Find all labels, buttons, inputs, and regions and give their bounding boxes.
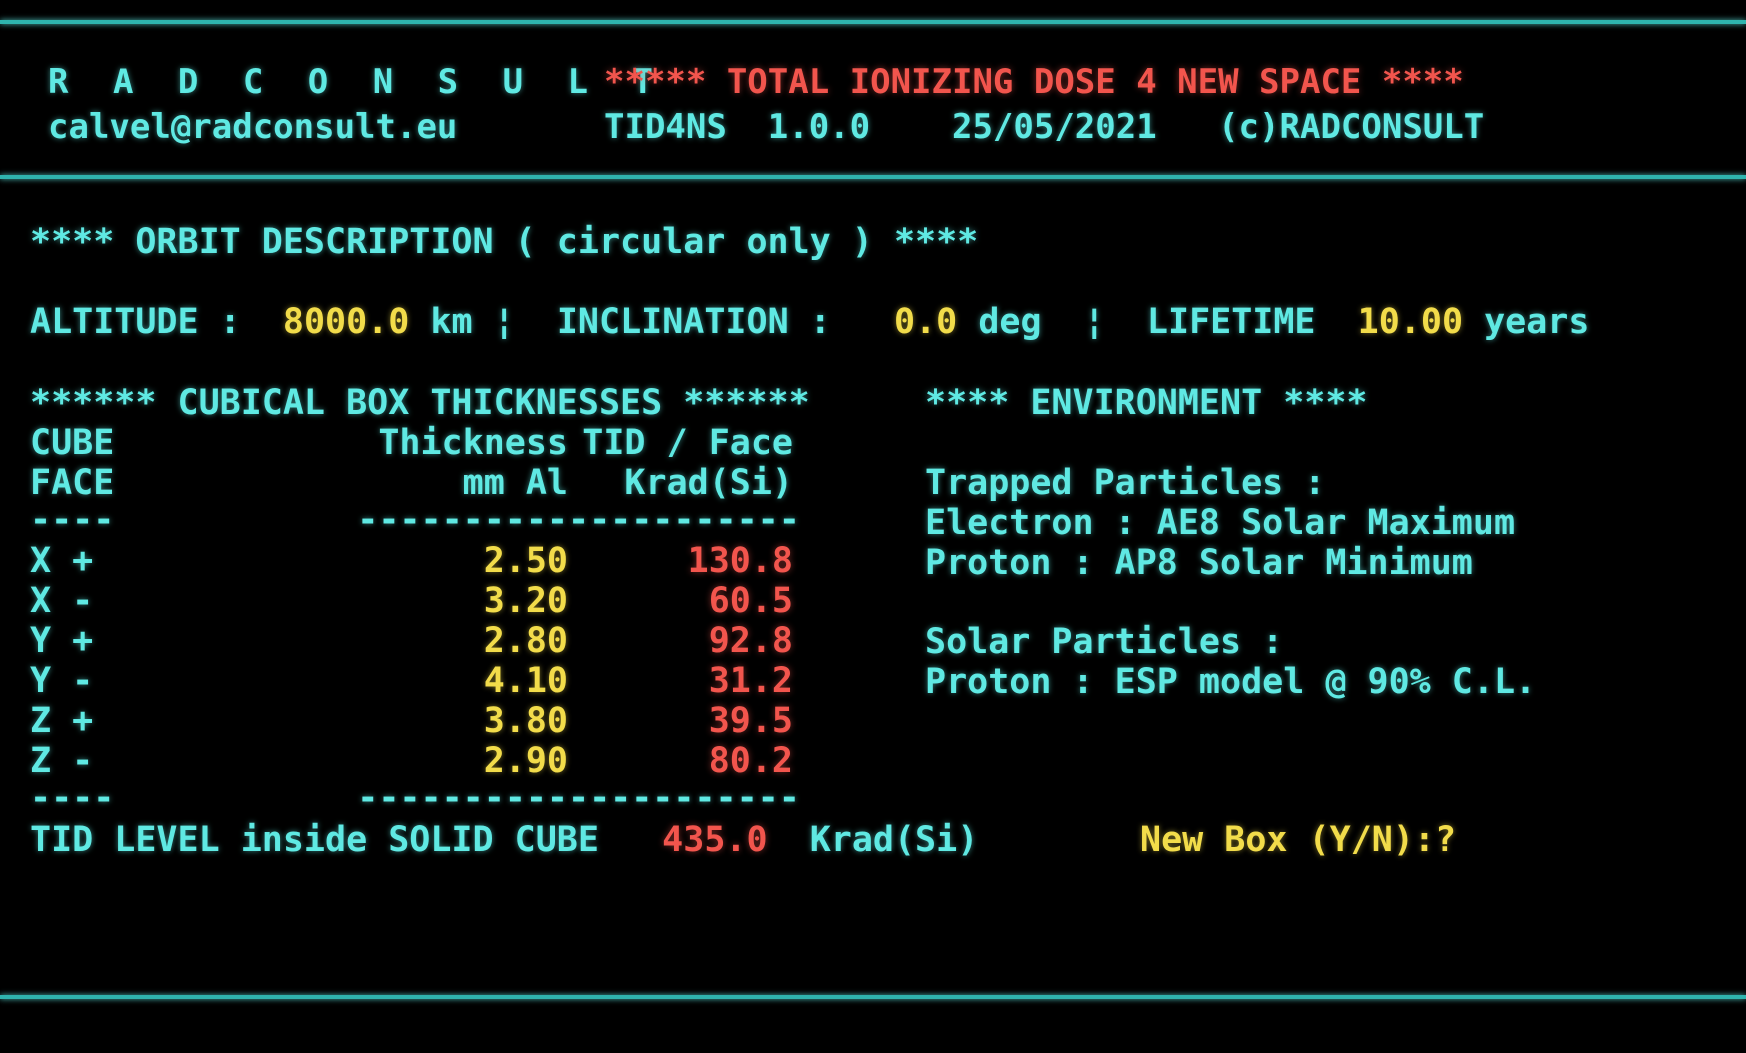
table-row: Y + 2.80 92.8 bbox=[30, 621, 793, 661]
column-subheader-thickness: mm Al bbox=[462, 463, 568, 503]
space-1 bbox=[241, 302, 283, 342]
brand-name: R A D C O N S U L T bbox=[48, 62, 665, 102]
table-row: Z - 2.90 80.2 bbox=[30, 741, 793, 781]
cell-face: Z - bbox=[30, 741, 94, 781]
solar-particles-title: Solar Particles : bbox=[925, 622, 1284, 662]
cell-face: X + bbox=[30, 541, 94, 581]
cell-thickness[interactable]: 3.80 bbox=[268, 701, 568, 741]
app-banner: ***** TOTAL IONIZING DOSE 4 NEW SPACE **… bbox=[604, 62, 1464, 102]
separator-tid: ----------- bbox=[568, 500, 800, 540]
environment-section-heading: **** ENVIRONMENT **** bbox=[925, 383, 1368, 423]
column-header-thickness: Thickness bbox=[378, 423, 568, 463]
solar-proton-model: Proton : ESP model @ 90% C.L. bbox=[925, 662, 1537, 702]
space-12 bbox=[768, 820, 810, 860]
cell-tid: 31.2 bbox=[708, 661, 793, 701]
cell-thickness[interactable]: 3.20 bbox=[268, 581, 568, 621]
cell-thickness[interactable]: 2.90 bbox=[268, 741, 568, 781]
tid-total-value: 435.0 bbox=[662, 820, 768, 860]
separator-face-2: ---- bbox=[30, 778, 115, 818]
space-7 bbox=[1042, 302, 1084, 342]
orbit-section-heading: **** ORBIT DESCRIPTION ( circular only )… bbox=[30, 222, 979, 262]
inclination-label: INCLINATION : bbox=[556, 302, 831, 342]
space-9 bbox=[1316, 302, 1358, 342]
cell-thickness[interactable]: 4.10 bbox=[268, 661, 568, 701]
cell-face: Y + bbox=[30, 621, 94, 661]
tid-total-line: TID LEVEL inside SOLID CUBE 435.0 Krad(S… bbox=[30, 820, 978, 860]
altitude-value[interactable]: 8000.0 bbox=[283, 302, 409, 342]
bottom-divider bbox=[0, 995, 1746, 999]
space-3 bbox=[473, 302, 494, 342]
table-body: X + 2.50 130.8 X - 3.20 60.5 Y + 2.80 92.8 Y - 4.1… bbox=[30, 541, 793, 781]
column-header-tid: TID / Face bbox=[582, 423, 793, 463]
trapped-proton-model: Proton : AP8 Solar Minimum bbox=[925, 543, 1473, 583]
new-box-prompt[interactable]: New Box (Y/N):? bbox=[1140, 820, 1456, 860]
cell-tid: 130.8 bbox=[687, 541, 793, 581]
cell-tid: 39.5 bbox=[708, 701, 793, 741]
orbit-parameters-line: ALTITUDE : 8000.0 km ¦ INCLINATION : 0.0… bbox=[30, 302, 1589, 342]
separator-tid-2: ----------- bbox=[568, 778, 800, 818]
app-version-line: TID4NS 1.0.0 25/05/2021 (c)RADCONSULT bbox=[604, 107, 1485, 147]
space-6 bbox=[957, 302, 978, 342]
separator-thickness: ---------- bbox=[357, 500, 568, 540]
trapped-electron-model: Electron : AE8 Solar Maximum bbox=[925, 503, 1516, 543]
table-separator-top: ---- --------------------- bbox=[30, 500, 800, 540]
space-8 bbox=[1105, 302, 1147, 342]
cell-face: Z + bbox=[30, 701, 94, 741]
column-subheader-tid: Krad(Si) bbox=[624, 463, 793, 503]
terminal-screen: R A D C O N S U L T calvel@radconsult.eu… bbox=[0, 0, 1746, 1053]
table-separator-bottom: ---- --------------------- bbox=[30, 778, 800, 818]
cell-face: Y - bbox=[30, 661, 94, 701]
column-header-face: CUBE bbox=[30, 423, 115, 463]
space-4 bbox=[515, 302, 557, 342]
cell-tid: 60.5 bbox=[708, 581, 793, 621]
table-row: Y - 4.10 31.2 bbox=[30, 661, 793, 701]
space-10 bbox=[1463, 302, 1484, 342]
table-header-row-2: FACE mm Al Krad(Si) bbox=[30, 463, 793, 503]
column-subheader-face: FACE bbox=[30, 463, 115, 503]
cell-thickness[interactable]: 2.50 bbox=[268, 541, 568, 581]
tid-total-label: TID LEVEL inside SOLID CUBE bbox=[30, 820, 599, 860]
altitude-unit: km bbox=[430, 302, 473, 342]
table-row: X + 2.50 130.8 bbox=[30, 541, 793, 581]
inclination-value[interactable]: 0.0 bbox=[894, 302, 957, 342]
inclination-unit: deg bbox=[978, 302, 1042, 342]
space-5 bbox=[831, 302, 894, 342]
cell-tid: 92.8 bbox=[708, 621, 793, 661]
altitude-label: ALTITUDE : bbox=[30, 302, 241, 342]
cell-tid: 80.2 bbox=[708, 741, 793, 781]
brand-email: calvel@radconsult.eu bbox=[48, 107, 458, 147]
box-section-heading: ****** CUBICAL BOX THICKNESSES ****** bbox=[30, 383, 810, 423]
table-header-row-1: CUBE Thickness TID / Face bbox=[30, 423, 793, 463]
trapped-particles-title: Trapped Particles : bbox=[925, 463, 1326, 503]
table-row: Z + 3.80 39.5 bbox=[30, 701, 793, 741]
table-row: X - 3.20 60.5 bbox=[30, 581, 793, 621]
orbit-separator-1: ¦ bbox=[493, 302, 515, 342]
header-divider bbox=[0, 175, 1746, 179]
lifetime-label: LIFETIME bbox=[1146, 302, 1316, 342]
separator-thickness-2: ---------- bbox=[357, 778, 568, 818]
space-2 bbox=[409, 302, 430, 342]
tid-total-unit: Krad(Si) bbox=[809, 820, 979, 860]
cell-face: X - bbox=[30, 581, 94, 621]
separator-face: ---- bbox=[30, 500, 115, 540]
lifetime-unit: years bbox=[1484, 302, 1590, 342]
top-divider bbox=[0, 20, 1746, 24]
orbit-separator-2: ¦ bbox=[1083, 302, 1105, 342]
cell-thickness[interactable]: 2.80 bbox=[268, 621, 568, 661]
space-11 bbox=[599, 820, 662, 860]
lifetime-value[interactable]: 10.00 bbox=[1358, 302, 1463, 342]
